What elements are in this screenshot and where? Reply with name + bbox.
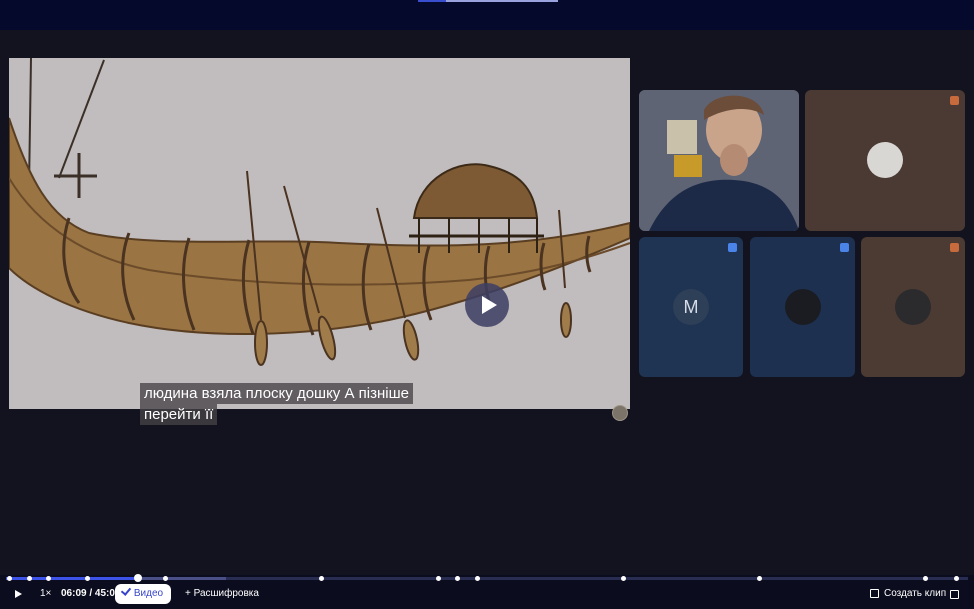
chapter-marker[interactable] xyxy=(621,576,626,581)
participant-tile-camera[interactable] xyxy=(639,90,799,231)
presenter-avatar xyxy=(612,405,628,421)
participant-tile-5[interactable] xyxy=(861,237,965,377)
subtitle-caption: людина взяла плоску дошку А пізніше пере… xyxy=(140,383,413,425)
progress-bar[interactable] xyxy=(6,574,968,582)
top-bar xyxy=(0,0,974,30)
chapter-marker[interactable] xyxy=(27,576,32,581)
mic-active-icon xyxy=(728,243,737,252)
video-toggle-button[interactable]: Видео xyxy=(115,584,171,604)
chapter-marker[interactable] xyxy=(46,576,51,581)
playback-speed-button[interactable]: 1× xyxy=(40,585,51,603)
chapter-marker[interactable] xyxy=(7,576,12,581)
participant-tile-4[interactable] xyxy=(750,237,855,377)
clip-icon xyxy=(870,588,879,598)
chapter-marker[interactable] xyxy=(85,576,90,581)
chapter-marker[interactable] xyxy=(757,576,762,581)
participant-tile-3[interactable]: M xyxy=(639,237,743,377)
shared-screen[interactable] xyxy=(9,58,630,409)
create-clip-button[interactable]: Создать клип xyxy=(870,585,946,603)
participant-tile-2[interactable] xyxy=(805,90,965,231)
participant-avatar xyxy=(785,289,821,325)
reed-boat-illustration xyxy=(9,58,630,366)
transcript-label: Расшифровка xyxy=(193,588,259,599)
mic-muted-icon xyxy=(950,243,959,252)
chapter-marker[interactable] xyxy=(923,576,928,581)
play-overlay-button[interactable] xyxy=(465,283,509,327)
chapter-marker[interactable] xyxy=(436,576,441,581)
participant-avatar-letter: M xyxy=(673,289,709,325)
play-icon[interactable] xyxy=(15,590,22,598)
caption-line-2: перейти її xyxy=(140,404,218,425)
buffer-bar xyxy=(136,577,226,580)
top-tab-indicator xyxy=(418,0,558,2)
mic-active-icon xyxy=(840,243,849,252)
caption-line-1: людина взяла плоску дошку А пізніше xyxy=(140,383,413,404)
participant-avatar xyxy=(867,142,903,178)
mic-muted-icon xyxy=(950,96,959,105)
chapter-marker[interactable] xyxy=(319,576,324,581)
camera-feed xyxy=(639,90,799,231)
participant-avatar xyxy=(895,289,931,325)
chapter-marker[interactable] xyxy=(455,576,460,581)
transcript-button[interactable]: + Расшифровка xyxy=(185,585,259,603)
fullscreen-icon[interactable] xyxy=(950,590,959,599)
play-icon xyxy=(481,296,497,314)
video-toggle-label: Видео xyxy=(133,588,164,599)
chapter-marker[interactable] xyxy=(163,576,168,581)
check-icon xyxy=(120,585,132,596)
time-display: 06:09 / 45:09 xyxy=(61,588,121,599)
progress-fill xyxy=(6,577,138,580)
chapter-marker[interactable] xyxy=(475,576,480,581)
chapter-marker[interactable] xyxy=(954,576,959,581)
plus-icon: + xyxy=(185,588,194,599)
progress-thumb[interactable] xyxy=(133,574,142,582)
create-clip-label: Создать клип xyxy=(884,588,947,599)
